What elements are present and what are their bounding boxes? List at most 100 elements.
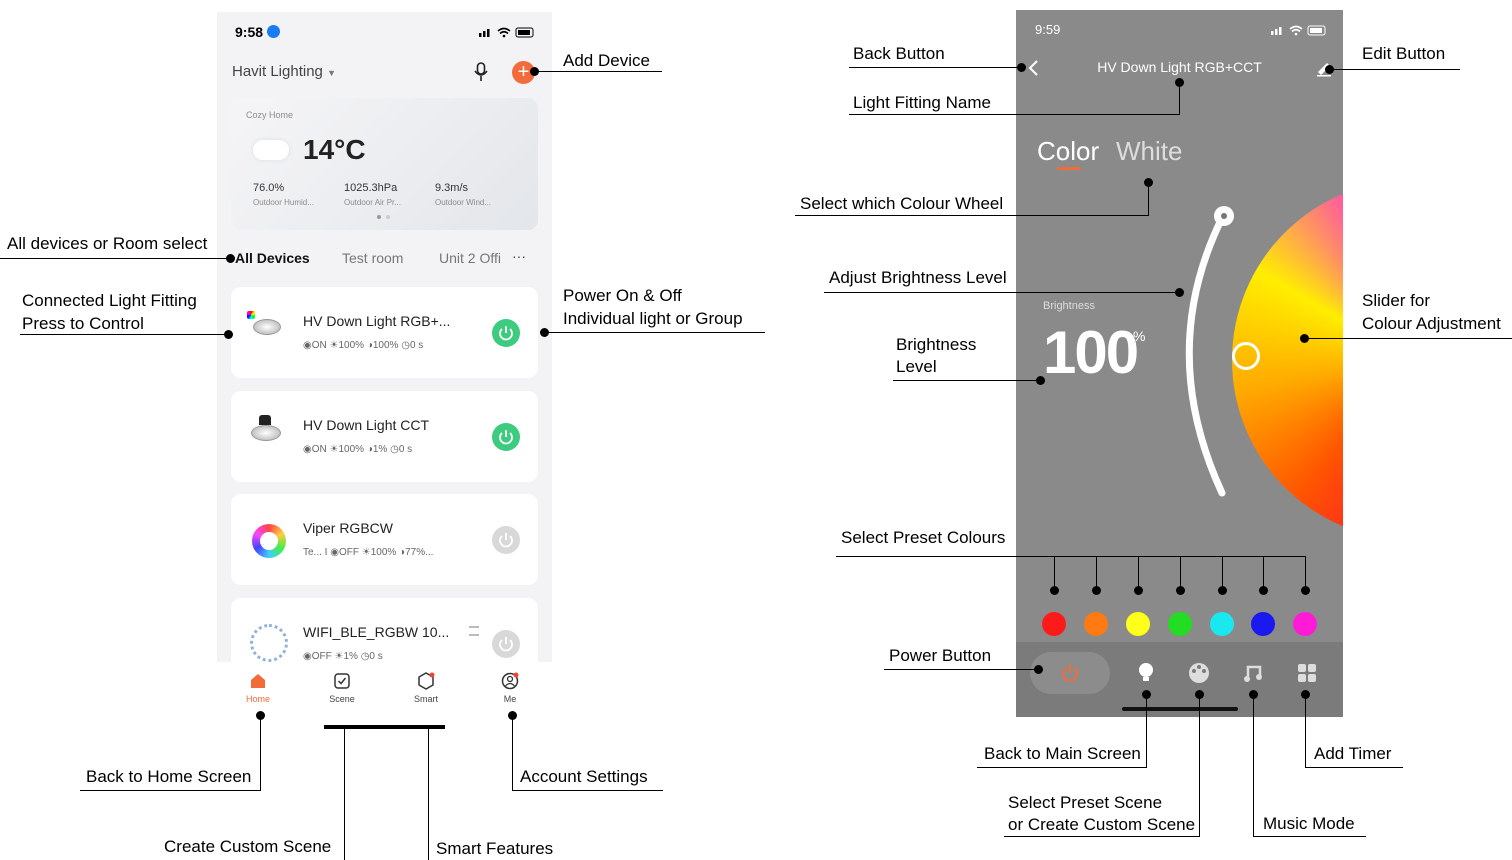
device-card[interactable]: HV Down Light CCT ◉ON ☀100% ◑1% ◷0 s	[231, 391, 538, 482]
temperature: 14°C	[303, 134, 366, 165]
brightness-unit: %	[1133, 328, 1146, 344]
humidity-value: 76.0%	[253, 182, 285, 194]
preset-colour-cyan[interactable]	[1210, 612, 1234, 636]
tab-unit-2-office[interactable]: Unit 2 Offi	[439, 250, 501, 266]
power-toggle-button[interactable]	[492, 319, 520, 347]
phone-light-control-screen: 9:59 HV Down Light RGB+CCT Color White B…	[1016, 10, 1343, 717]
callout-line	[1148, 182, 1149, 216]
callout-line	[836, 556, 1305, 557]
callout-dot	[256, 711, 265, 720]
device-status: ◉ON ☀100% ◑100% ◷0 s	[303, 340, 424, 351]
annotation-brightness-2: Level	[896, 357, 937, 376]
tab-scene[interactable]	[333, 672, 351, 690]
device-name: HV Down Light RGB+...	[303, 313, 451, 329]
annotation-power-1: Power On & Off	[563, 286, 682, 305]
microphone-icon[interactable]	[473, 62, 489, 82]
brightness-slider-handle[interactable]	[1214, 206, 1234, 226]
callout-line	[1263, 556, 1264, 590]
profile-icon	[501, 672, 519, 690]
status-time: 9:58	[235, 24, 264, 40]
callout-line	[893, 380, 1041, 381]
pressure-value: 1025.3hPa	[344, 182, 398, 194]
callout-dot	[1036, 376, 1045, 385]
tab-all-devices[interactable]: All Devices	[235, 250, 310, 266]
callout-dot	[1175, 78, 1184, 87]
home-selector[interactable]: Havit Lighting ▼	[232, 63, 336, 80]
annotation-adjust-brightness: Adjust Brightness Level	[829, 268, 1007, 287]
annotation-main-screen: Back to Main Screen	[984, 744, 1141, 763]
callout-line	[1004, 836, 1200, 837]
callout-dot	[1017, 63, 1026, 72]
tab-home[interactable]	[249, 672, 267, 690]
annotation-slider-1: Slider for	[1362, 291, 1431, 310]
palette-icon[interactable]	[1188, 662, 1210, 684]
annotation-connected-1: Connected Light Fitting	[22, 291, 197, 310]
preset-colour-yellow[interactable]	[1126, 612, 1150, 636]
callout-line	[1180, 556, 1181, 590]
annotation-preset-colours: Select Preset Colours	[841, 528, 1006, 547]
page-dot-active	[377, 215, 381, 219]
callout-line	[1305, 556, 1306, 590]
callout-line	[1222, 556, 1223, 590]
callout-line	[512, 716, 513, 790]
power-button[interactable]	[1030, 652, 1110, 694]
tab-test-room[interactable]: Test room	[342, 250, 403, 266]
back-chevron-icon[interactable]	[1026, 59, 1042, 77]
callout-line	[1330, 69, 1460, 70]
power-toggle-button[interactable]	[492, 423, 520, 451]
callout-dot	[1259, 586, 1268, 595]
phone-home-screen: 9:58 Havit Lighting ▼ + Cozy Home 14°C 7…	[217, 12, 552, 738]
callout-line	[1253, 836, 1366, 837]
callout-line	[849, 114, 1180, 115]
more-rooms-icon[interactable]: ···	[512, 248, 526, 264]
power-icon	[1062, 664, 1078, 682]
annotation-music: Music Mode	[1263, 814, 1355, 833]
annotation-preset-scene-1: Select Preset Scene	[1008, 793, 1163, 812]
annotation-room-select: All devices or Room select	[7, 234, 208, 253]
mode-tab-white[interactable]: White	[1116, 136, 1182, 167]
annotation-smart: Smart Features	[436, 839, 554, 858]
annotation-add-device: Add Device	[563, 51, 650, 70]
colour-wheel-handle[interactable]	[1232, 342, 1260, 370]
mode-tab-color[interactable]: Color	[1037, 136, 1099, 167]
preset-colour-orange[interactable]	[1084, 612, 1108, 636]
annotation-back-button: Back Button	[853, 44, 945, 63]
annotation-brightness-1: Brightness	[896, 335, 977, 354]
callout-line	[849, 67, 1022, 68]
bulb-icon[interactable]	[1137, 662, 1155, 684]
callout-dot	[1301, 690, 1310, 699]
home-icon	[251, 674, 265, 688]
downlight-rgb-icon	[245, 311, 285, 337]
smart-icon	[418, 672, 435, 690]
preset-colour-green[interactable]	[1168, 612, 1192, 636]
power-toggle-button[interactable]	[492, 526, 520, 554]
callout-dot	[1195, 690, 1204, 699]
callout-dot	[224, 330, 233, 339]
callout-line	[0, 258, 231, 259]
callout-line	[795, 215, 1149, 216]
device-name: WIFI_BLE_RGBW 10...	[303, 624, 450, 640]
brightness-slider[interactable]	[1166, 200, 1236, 500]
preset-colour-magenta[interactable]	[1293, 612, 1317, 636]
preset-colour-red[interactable]	[1042, 612, 1066, 636]
device-card[interactable]: HV Down Light RGB+... ◉ON ☀100% ◑100% ◷0…	[231, 287, 538, 378]
annotation-fitting-name: Light Fitting Name	[853, 93, 991, 112]
annotation-slider-2: Colour Adjustment	[1362, 314, 1501, 333]
callout-line	[512, 790, 663, 791]
timer-grid-icon[interactable]	[1297, 663, 1317, 683]
callout-line	[1146, 694, 1147, 768]
device-card[interactable]: Viper RGBCW Te... I ◉OFF ☀100% ◑77%...	[231, 494, 538, 585]
callout-dot	[1249, 690, 1258, 699]
tab-smart[interactable]	[417, 672, 435, 690]
brightness-value: 100	[1043, 319, 1139, 386]
tab-smart-label: Smart	[413, 694, 438, 704]
brightness-label: Brightness	[1043, 300, 1095, 312]
callout-line	[1305, 767, 1403, 768]
tab-me[interactable]	[501, 672, 519, 690]
callout-line	[545, 332, 765, 333]
annotation-timer: Add Timer	[1314, 744, 1392, 763]
callout-line	[1096, 556, 1097, 590]
preset-colour-blue[interactable]	[1251, 612, 1275, 636]
power-toggle-button[interactable]	[492, 630, 520, 658]
music-icon[interactable]	[1243, 663, 1263, 683]
